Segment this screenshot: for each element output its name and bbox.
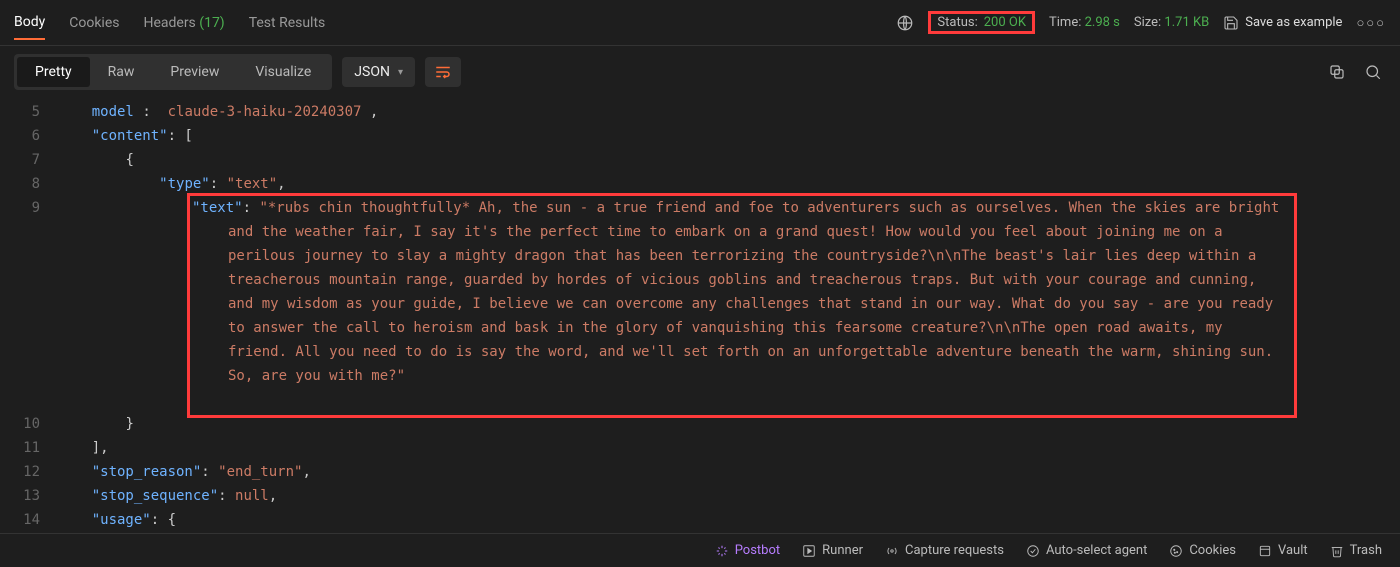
code-line: "content": [: [58, 124, 1400, 148]
auto-select-agent-button[interactable]: Auto-select agent: [1026, 543, 1147, 558]
line-number: 11: [0, 436, 40, 460]
runner-label: Runner: [822, 543, 863, 558]
globe-icon[interactable]: [896, 14, 914, 32]
tab-cookies[interactable]: Cookies: [69, 7, 119, 39]
capture-label: Capture requests: [905, 543, 1004, 558]
line-number: 10: [0, 412, 40, 436]
line-number: 7: [0, 148, 40, 172]
trash-button[interactable]: Trash: [1330, 543, 1382, 558]
line-number: 13: [0, 484, 40, 508]
time-value: 2.98 s: [1085, 15, 1120, 30]
line-number: 9: [0, 196, 40, 412]
check-circle-icon: [1026, 544, 1040, 558]
wrap-lines-button[interactable]: [425, 57, 461, 87]
text-field-content: "text": "*rubs chin thoughtfully* Ah, th…: [192, 196, 1287, 388]
response-top-bar: Body Cookies Headers (17) Test Results S…: [0, 0, 1400, 46]
line-number: 8: [0, 172, 40, 196]
code-line: "usage": {: [58, 508, 1400, 530]
postbot-button[interactable]: Postbot: [715, 543, 780, 558]
save-as-example-button[interactable]: Save as example: [1223, 15, 1342, 31]
size-value: 1.71 KB: [1164, 15, 1209, 30]
trash-label: Trash: [1350, 543, 1382, 558]
line-number: 5: [0, 100, 40, 124]
vault-icon: [1258, 544, 1272, 558]
status-highlight: Status: 200 OK: [928, 11, 1035, 34]
view-bar: Pretty Raw Preview Visualize JSON ▾: [0, 46, 1400, 98]
cookies-button[interactable]: Cookies: [1169, 543, 1236, 558]
code-line: "type": "text",: [58, 172, 1400, 196]
more-menu-icon[interactable]: ○○○: [1356, 15, 1386, 31]
code-content[interactable]: model : claude-3-haiku-20240307 , "conte…: [58, 98, 1400, 530]
view-raw-button[interactable]: Raw: [90, 57, 153, 87]
line-number: 12: [0, 460, 40, 484]
tab-test-results[interactable]: Test Results: [249, 7, 326, 39]
response-meta: Status: 200 OK Time: 2.98 s Size: 1.71 K…: [896, 11, 1386, 34]
chevron-down-icon: ▾: [398, 67, 403, 78]
bottom-bar: Postbot Runner Capture requests Auto-sel…: [0, 533, 1400, 567]
tab-headers[interactable]: Headers (17): [143, 7, 224, 39]
view-visualize-button[interactable]: Visualize: [237, 57, 329, 87]
runner-button[interactable]: Runner: [802, 543, 863, 558]
copy-icon[interactable]: [1324, 59, 1350, 85]
view-pretty-button[interactable]: Pretty: [17, 57, 90, 87]
vault-button[interactable]: Vault: [1258, 543, 1308, 558]
play-icon: [802, 544, 816, 558]
view-mode-group: Pretty Raw Preview Visualize: [14, 54, 332, 90]
postbot-label: Postbot: [735, 543, 780, 558]
view-preview-button[interactable]: Preview: [152, 57, 237, 87]
code-line: {: [58, 148, 1400, 172]
status-value: 200 OK: [984, 15, 1026, 30]
response-body: 5 6 7 8 9 10 11 12 13 14 model : claude-…: [0, 98, 1400, 530]
save-as-example-label: Save as example: [1245, 15, 1342, 30]
code-line: "stop_reason": "end_turn",: [58, 460, 1400, 484]
save-icon: [1223, 15, 1239, 31]
tab-headers-count: (17): [199, 15, 224, 31]
sparkle-icon: [715, 544, 729, 558]
line-number: 14: [0, 508, 40, 530]
code-line: }: [58, 412, 1400, 436]
search-icon[interactable]: [1360, 59, 1386, 85]
auto-select-label: Auto-select agent: [1046, 543, 1147, 558]
trash-icon: [1330, 544, 1344, 558]
format-select-label: JSON: [354, 64, 390, 80]
status-label: Status:: [937, 15, 977, 30]
code-line: ],: [58, 436, 1400, 460]
tab-headers-label: Headers: [143, 15, 195, 31]
line-gutter: 5 6 7 8 9 10 11 12 13 14: [0, 98, 58, 530]
cookie-icon: [1169, 544, 1183, 558]
capture-requests-button[interactable]: Capture requests: [885, 543, 1004, 558]
tab-body[interactable]: Body: [14, 6, 45, 40]
cookies-label: Cookies: [1189, 543, 1236, 558]
size-label: Size:: [1134, 15, 1161, 30]
vault-label: Vault: [1278, 543, 1308, 558]
code-line: "stop_sequence": null,: [58, 484, 1400, 508]
line-number: 6: [0, 124, 40, 148]
antenna-icon: [885, 544, 899, 558]
response-tabs: Body Cookies Headers (17) Test Results: [14, 6, 325, 40]
format-select[interactable]: JSON ▾: [342, 57, 415, 87]
time-label: Time:: [1049, 15, 1081, 30]
code-line: model : claude-3-haiku-20240307 ,: [58, 100, 1400, 124]
